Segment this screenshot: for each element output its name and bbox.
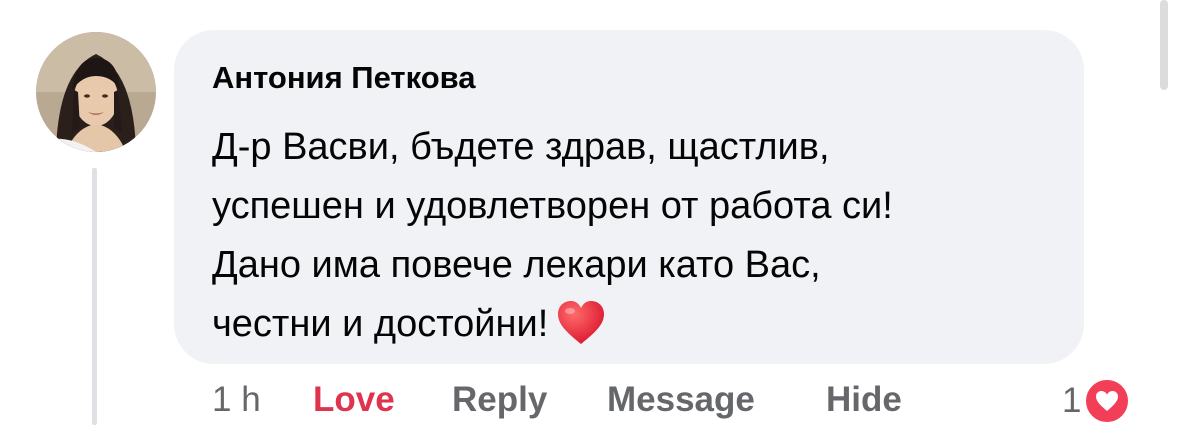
comment-bubble: Антония Петкова Д-р Васви, бъдете здрав,… — [174, 30, 1084, 364]
avatar-image — [36, 32, 156, 152]
comment-line: Дано има повече лекари като Вас, — [212, 244, 821, 286]
thread-line — [92, 168, 97, 425]
comment-line-last: честни и достойни! — [212, 295, 1072, 364]
message-button[interactable]: Message — [607, 380, 755, 420]
comment-line: Д-р Васви, бъдете здрав, щастлив, — [212, 126, 830, 168]
love-button[interactable]: Love — [313, 380, 395, 420]
hide-button[interactable]: Hide — [826, 380, 902, 420]
scrollbar[interactable] — [1160, 0, 1168, 90]
reaction-count: 1 — [1062, 381, 1082, 420]
reply-button[interactable]: Reply — [452, 380, 547, 420]
author-name[interactable]: Антония Петкова — [212, 60, 476, 96]
red-heart-icon — [556, 300, 606, 364]
comment-line: успешен и удовлетворен от работа си! — [212, 185, 893, 227]
timestamp[interactable]: 1 h — [212, 380, 261, 420]
comment-text: Д-р Васви, бъдете здрав, щастлив, успеше… — [212, 118, 1072, 364]
comment: Антония Петкова Д-р Васви, бъдете здрав,… — [0, 0, 1179, 425]
comment-line-text: честни и достойни! — [212, 303, 549, 345]
avatar[interactable] — [36, 32, 156, 152]
reaction-summary[interactable]: 1 — [1062, 377, 1132, 425]
love-reaction-icon — [1083, 377, 1132, 425]
